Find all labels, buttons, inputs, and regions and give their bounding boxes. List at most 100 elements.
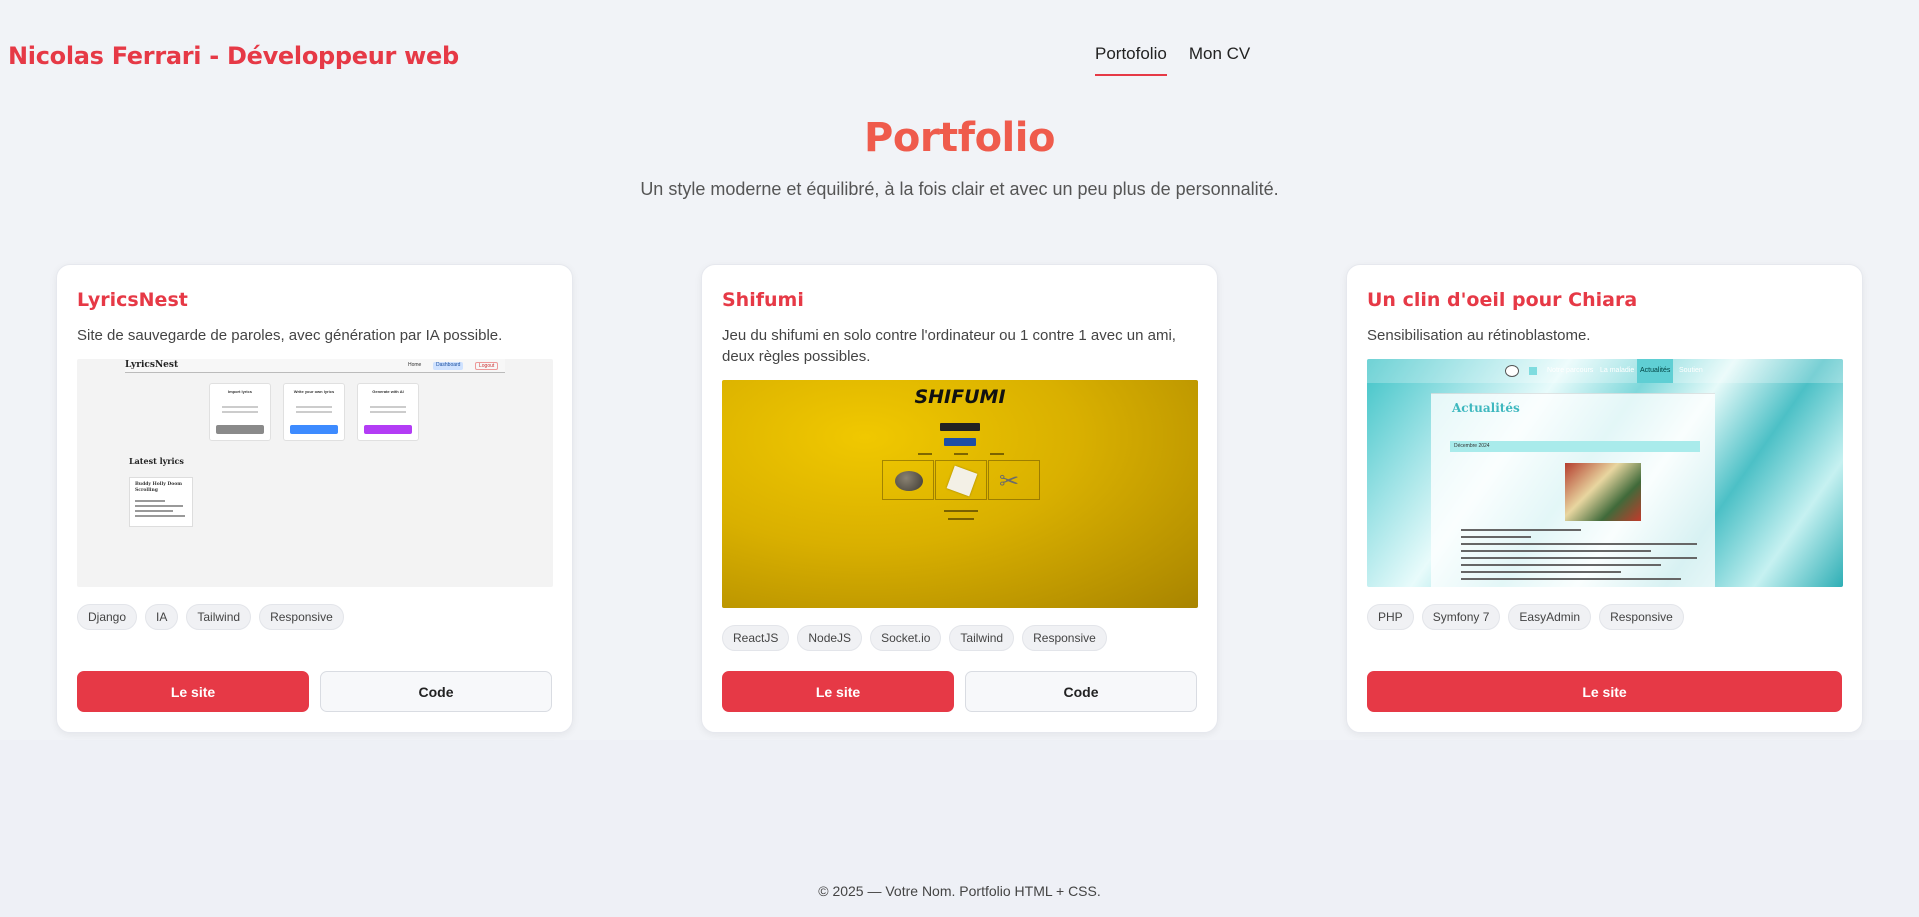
thumb-lyric-title: Buddy Holly Doom Scrolling	[135, 482, 183, 493]
tag: Tailwind	[186, 604, 252, 630]
thumb-box-title: Import lyrics	[227, 389, 252, 394]
thumb-text-line	[1461, 529, 1581, 531]
thumb-logo: LyricsNest	[125, 360, 179, 370]
nav-link-portfolio[interactable]: Portofolio	[1095, 44, 1167, 76]
site-brand[interactable]: Nicolas Ferrari - Développeur web	[8, 42, 459, 70]
thumb-text-line	[296, 411, 332, 413]
page-title: Portfolio	[864, 115, 1055, 161]
thumb-date-bar: Décembre 2024	[1450, 441, 1700, 452]
main-nav: Portofolio Mon CV	[1095, 44, 1250, 76]
rock-choice	[882, 460, 934, 500]
thumb-logo: SHIFUMI	[914, 386, 1006, 408]
tag-list: Django IA Tailwind Responsive	[77, 604, 552, 630]
thumb-text-line	[1461, 564, 1661, 566]
thumb-text-line	[135, 500, 165, 502]
page-subtitle: Un style moderne et équilibré, à la fois…	[640, 179, 1279, 199]
project-screenshot: Notre parcours La maladie Actualités Sou…	[1367, 359, 1843, 587]
thumb-nav-logout: Logout	[475, 362, 499, 370]
thumb-text-line	[370, 406, 406, 408]
site-header: Nicolas Ferrari - Développeur web Portof…	[0, 0, 1919, 110]
visit-site-button[interactable]: Le site	[722, 671, 954, 712]
paper-choice	[935, 460, 987, 500]
thumb-box-write: Write your own lyrics	[283, 383, 345, 441]
visit-site-button[interactable]: Le site	[1367, 671, 1842, 712]
project-description: Jeu du shifumi en solo contre l'ordinate…	[722, 327, 1176, 365]
thumb-date: Décembre 2024	[1454, 443, 1490, 449]
tag: Responsive	[259, 604, 344, 630]
thumb-text-line	[135, 510, 173, 512]
view-code-button[interactable]: Code	[965, 671, 1197, 712]
visit-site-button[interactable]: Le site	[77, 671, 309, 712]
thumb-nav-item: Soutien	[1679, 367, 1703, 374]
thumb-box-button	[290, 425, 338, 434]
footer-text: © 2025 — Votre Nom. Portfolio HTML + CSS…	[818, 883, 1101, 899]
thumb-text-line	[135, 505, 183, 507]
project-title: LyricsNest	[77, 289, 188, 311]
tag: ReactJS	[722, 625, 790, 651]
thumb-nav-home: Home	[408, 362, 422, 368]
thumb-box-title: Write your own lyrics	[293, 389, 335, 394]
scissors-choice: ✂	[988, 460, 1040, 500]
project-title: Un clin d'oeil pour Chiara	[1367, 289, 1638, 311]
thumb-text-line	[1461, 536, 1531, 538]
tag-list: PHP Symfony 7 EasyAdmin Responsive	[1367, 604, 1842, 630]
tag: Responsive	[1022, 625, 1107, 651]
eye-logo-icon	[1505, 365, 1519, 377]
tag-list: ReactJS NodeJS Socket.io Tailwind Respon…	[722, 625, 1197, 651]
project-description: Sensibilisation au rétinoblastome.	[1367, 327, 1591, 344]
thumb-text-line	[1461, 578, 1681, 580]
paper-icon	[946, 465, 978, 497]
tag: Django	[77, 604, 138, 630]
thumb-text-line	[990, 453, 1004, 455]
thumb-text-line	[1461, 557, 1697, 559]
thumb-nav-item: La maladie	[1600, 367, 1635, 374]
thumb-panel-title: Actualités	[1452, 401, 1520, 415]
thumb-text-line	[954, 453, 968, 455]
thumb-lyric-card: Buddy Holly Doom Scrolling	[129, 477, 193, 527]
view-code-button[interactable]: Code	[320, 671, 552, 712]
thumb-text-line	[1461, 571, 1621, 573]
thumb-text-line	[222, 406, 258, 408]
thumb-text-line	[135, 515, 185, 517]
home-icon	[1529, 367, 1537, 375]
thumb-photo	[1565, 463, 1641, 521]
thumb-box-button	[216, 425, 264, 434]
project-title: Shifumi	[722, 289, 804, 311]
site-footer: © 2025 — Votre Nom. Portfolio HTML + CSS…	[0, 883, 1919, 899]
thumb-text-line	[948, 518, 974, 520]
thumb-box-title: Generate with AI	[372, 389, 404, 394]
tag: Symfony 7	[1421, 604, 1501, 630]
thumb-button	[940, 423, 980, 431]
thumb-nav-dashboard: Dashboard	[433, 362, 464, 370]
tag: EasyAdmin	[1508, 604, 1592, 630]
thumb-nav-item: Notre parcours	[1547, 367, 1594, 374]
thumb-box-generate: Generate with AI	[357, 383, 419, 441]
project-card-lyricsnest: LyricsNest Site de sauvegarde de paroles…	[56, 264, 573, 733]
thumb-text-line	[1461, 543, 1697, 545]
project-description: Site de sauvegarde de paroles, avec géné…	[77, 327, 503, 344]
card-actions: Le site	[1367, 671, 1842, 712]
card-actions: Le site Code	[722, 671, 1197, 712]
tag: Socket.io	[870, 625, 942, 651]
tag: IA	[145, 604, 179, 630]
thumb-text-line	[1461, 550, 1651, 552]
thumb-box-button	[364, 425, 412, 434]
scissors-icon: ✂	[999, 468, 1020, 495]
project-screenshot: SHIFUMI ✂	[722, 380, 1198, 608]
tag: Tailwind	[949, 625, 1015, 651]
project-screenshot: LyricsNest Home Dashboard Logout Import …	[77, 359, 553, 587]
thumb-text-line	[296, 406, 332, 408]
hero: Portfolio Un style moderne et équilibré,…	[0, 115, 1919, 200]
thumb-text-line	[918, 453, 932, 455]
project-card-chiara: Un clin d'oeil pour Chiara Sensibilisati…	[1346, 264, 1863, 733]
tag: Responsive	[1599, 604, 1684, 630]
thumb-text-line	[944, 510, 978, 512]
thumb-text-line	[370, 411, 406, 413]
thumb-button	[944, 438, 976, 446]
tag: NodeJS	[797, 625, 863, 651]
nav-link-cv[interactable]: Mon CV	[1189, 44, 1250, 76]
rock-icon	[895, 471, 923, 491]
thumb-text-line	[222, 411, 258, 413]
tag: PHP	[1367, 604, 1414, 630]
thumb-nav-item-active: Actualités	[1637, 359, 1674, 383]
